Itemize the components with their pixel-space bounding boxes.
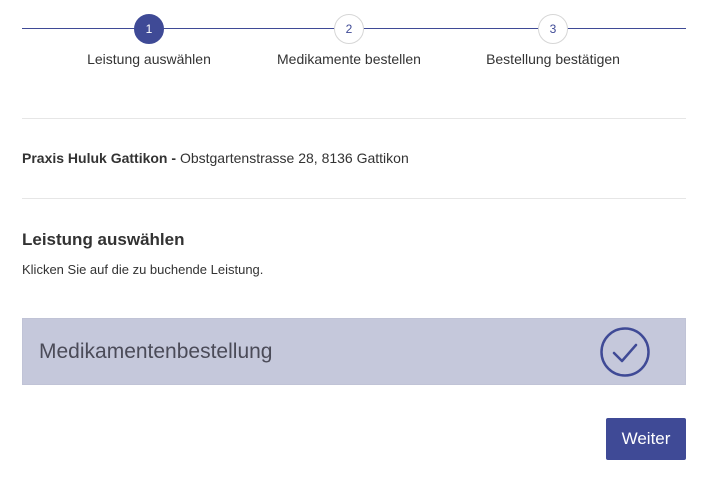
step-3: 3 Bestellung bestätigen <box>453 14 653 67</box>
practice-name: Praxis Huluk Gattikon - <box>22 150 177 166</box>
service-option-medikamentenbestellung[interactable]: Medikamentenbestellung <box>22 318 686 385</box>
divider-middle <box>22 198 686 199</box>
step-3-indicator: 3 <box>538 14 568 44</box>
practice-address: Obstgartenstrasse 28, 8136 Gattikon <box>179 150 409 166</box>
check-circle-icon <box>600 326 650 377</box>
service-option-label: Medikamentenbestellung <box>39 339 273 363</box>
step-1: 1 Leistung auswählen <box>49 14 249 67</box>
section-title: Leistung auswählen <box>22 230 185 249</box>
step-2-indicator: 2 <box>334 14 364 44</box>
step-3-label: Bestellung bestätigen <box>486 51 620 67</box>
progress-stepper: 1 Leistung auswählen 2 Medikamente beste… <box>22 14 686 78</box>
practice-info: Praxis Huluk Gattikon - Obstgartenstrass… <box>22 150 409 166</box>
divider-top <box>22 118 686 119</box>
step-1-label: Leistung auswählen <box>87 51 211 67</box>
next-button[interactable]: Weiter <box>606 418 686 460</box>
section-hint: Klicken Sie auf die zu buchende Leistung… <box>22 262 264 277</box>
step-2: 2 Medikamente bestellen <box>249 14 449 67</box>
step-1-indicator: 1 <box>134 14 164 44</box>
step-2-label: Medikamente bestellen <box>277 51 421 67</box>
